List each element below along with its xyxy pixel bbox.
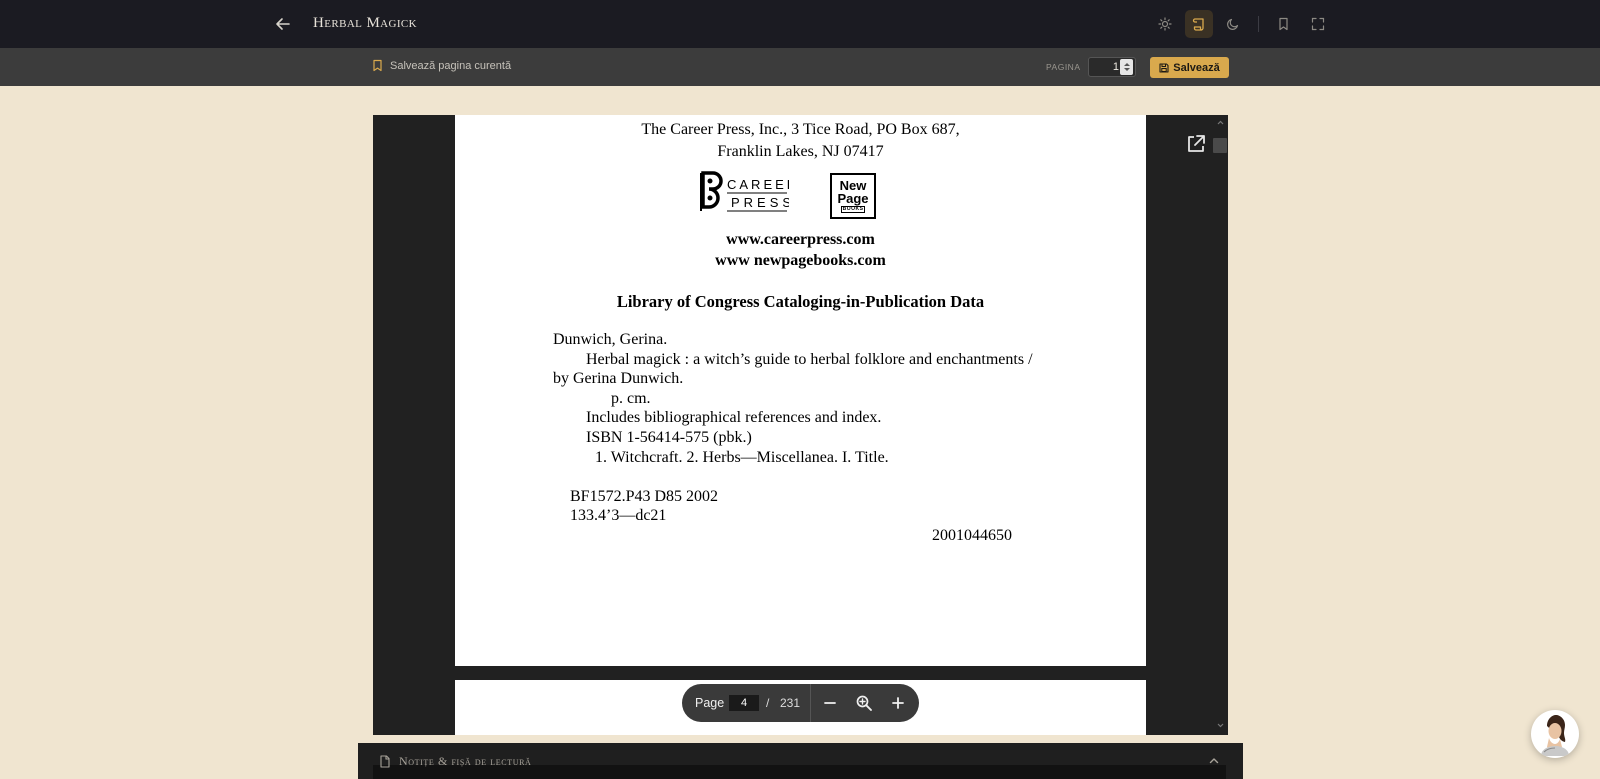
chevron-up-icon (1209, 758, 1219, 764)
sepia-theme-button[interactable] (1185, 10, 1213, 38)
floppy-disk-icon (1159, 62, 1169, 73)
new-page-books-url: www newpagebooks.com (715, 252, 886, 269)
sun-icon (1158, 17, 1172, 31)
zoom-magnifier-icon (856, 695, 872, 711)
pdf-page-toolbar: Page / 231 (682, 684, 919, 722)
bookmark-icon (1278, 17, 1288, 31)
notes-panel-toggle[interactable]: Notițe & fișă de lectură (379, 754, 531, 769)
toolbar-page-input[interactable] (729, 695, 759, 711)
zoom-out-button[interactable] (817, 691, 843, 715)
pdf-page: The Career Press, Inc., 3 Tice Road, PO … (455, 115, 1146, 666)
assistant-avatar-button[interactable] (1531, 710, 1579, 758)
cip-heading: Library of Congress Cataloging-in-Public… (616, 292, 985, 311)
toolbar-total-pages: 231 (780, 696, 801, 710)
toolbar-divider-vertical (810, 684, 811, 722)
page-save-bar: Salvează pagina curentă PAGINA Salvează (0, 48, 1600, 86)
toolbar-divider (1258, 16, 1259, 32)
cip-lccn: 2001044650 (932, 527, 1012, 544)
page-number-input[interactable] (1089, 58, 1119, 76)
dark-theme-button[interactable] (1219, 10, 1247, 38)
plus-icon (892, 697, 904, 709)
cip-title-line1: Herbal magick : a witch’s guide to herba… (586, 351, 1033, 368)
career-press-emblem: CAREER PRESS (700, 171, 796, 212)
save-current-page-label: Salvează pagina curentă (390, 59, 512, 72)
open-external-icon (1188, 135, 1205, 152)
moon-icon (1227, 18, 1239, 30)
avatar-portrait-icon (1541, 715, 1569, 756)
publisher-address-line2: Franklin Lakes, NJ 07417 (717, 143, 884, 160)
minus-icon (824, 702, 836, 704)
cip-subjects: 1. Witchcraft. 2. Herbs—Miscellanea. I. … (595, 449, 889, 466)
page-spin-buttons[interactable] (1120, 59, 1133, 75)
zoom-in-button[interactable] (885, 691, 911, 715)
cip-isbn: ISBN 1-56414-575 (pbk.) (586, 429, 752, 446)
back-arrow-icon (276, 18, 290, 30)
cip-pcm: p. cm. (611, 390, 651, 407)
scroll-down-icon (1217, 723, 1224, 728)
publisher-address-line1: The Career Press, Inc., 3 Tice Road, PO … (641, 121, 960, 138)
newpage-logo-page: Page (837, 191, 869, 206)
publisher-logos: CAREER PRESS New Page BOOKS (455, 171, 1146, 223)
back-button[interactable] (270, 12, 296, 36)
notes-panel: Notițe & fișă de lectură (358, 743, 1243, 779)
notes-panel-title: Notițe & fișă de lectură (399, 754, 532, 768)
light-theme-button[interactable] (1151, 10, 1179, 38)
cip-title-line2: by Gerina Dunwich. (553, 370, 684, 387)
scrollbar-thumb[interactable] (1213, 138, 1227, 153)
career-logo-text-press: PRESS (731, 195, 789, 210)
bookmark-button[interactable] (1269, 10, 1297, 38)
document-icon (380, 755, 390, 768)
cip-ddc: 133.4’3—dc21 (570, 507, 667, 524)
toolbar-page-separator: / (766, 696, 770, 710)
cip-author: Dunwich, Gerina. (553, 331, 668, 348)
pdf-viewer[interactable]: The Career Press, Inc., 3 Tice Road, PO … (373, 115, 1228, 735)
notes-expand-button[interactable] (1207, 754, 1221, 768)
page-number-stepper[interactable] (1088, 57, 1136, 77)
fullscreen-icon (1311, 17, 1325, 31)
scroll-icon (1192, 17, 1204, 31)
save-button[interactable]: Salvează (1150, 57, 1229, 78)
toolbar-page-label: Page (695, 696, 725, 710)
scroll-up-icon (1217, 120, 1224, 125)
cip-lcc: BF1572.P43 D85 2002 (570, 488, 719, 505)
zoom-reset-button[interactable] (851, 691, 877, 715)
bookmark-outline-icon (373, 59, 382, 72)
save-button-label: Salvează (1173, 61, 1220, 74)
vertical-scrollbar[interactable] (1213, 115, 1228, 735)
book-title: Herbal Magick (313, 15, 418, 31)
open-external-button[interactable] (1185, 133, 1207, 155)
career-logo-text-career: CAREER (727, 177, 789, 192)
fullscreen-button[interactable] (1304, 10, 1332, 38)
career-press-logo: CAREER PRESS (697, 171, 796, 221)
newpage-logo-books: BOOKS (840, 206, 866, 213)
top-bar: Herbal Magick (0, 0, 1600, 48)
save-current-page-link[interactable]: Salvează pagina curentă (372, 59, 511, 72)
page-number-label: PAGINA (1046, 62, 1081, 72)
new-page-books-logo: New Page BOOKS (830, 173, 876, 219)
cip-includes: Includes bibliographical references and … (586, 409, 882, 426)
career-press-url: www.careerpress.com (726, 231, 875, 248)
